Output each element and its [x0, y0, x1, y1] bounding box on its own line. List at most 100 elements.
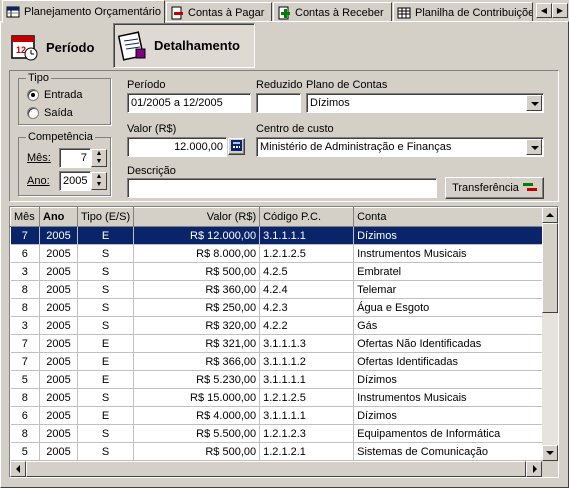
valor-cell[interactable]: R$ 360,00	[133, 280, 261, 299]
tipo-cell[interactable]: S	[77, 442, 135, 461]
conta-cell[interactable]: Dízimos	[353, 406, 544, 425]
valor-cell[interactable]: R$ 366,00	[133, 352, 261, 371]
codigo-cell[interactable]: 3.1.1.1.3	[259, 334, 355, 353]
table-row[interactable]: 7 2005 E R$ 321,00 3.1.1.1.3 Ofertas Não Iden…	[10, 334, 544, 353]
table-row[interactable]: 7 2005 E R$ 366,00 3.1.1.1.2 Ofertas Identifi…	[10, 352, 544, 371]
codigo-cell[interactable]: 1.2.1.2.3	[259, 424, 355, 443]
tab-planejamento-orcamentario[interactable]: Planejamento Orçamentário	[2, 0, 165, 23]
mes-cell[interactable]: 6	[10, 244, 40, 263]
ano-field[interactable]: 2005	[59, 171, 91, 191]
tipo-cell[interactable]: E	[77, 370, 135, 389]
valor-cell[interactable]: R$ 8.000,00	[133, 244, 261, 263]
tab-planilha-de-contribuicoes[interactable]: Planilha de Contribuições	[393, 2, 533, 22]
tipo-cell[interactable]: E	[77, 352, 135, 371]
table-row[interactable]: 6 2005 S R$ 8.000,00 1.2.1.2.5 Instrumentos M…	[10, 244, 544, 263]
valor-field[interactable]: 12.000,00	[127, 137, 227, 157]
ano-cell[interactable]: 2005	[39, 442, 78, 461]
conta-cell[interactable]: Ofertas Identificadas	[353, 352, 544, 371]
ano-cell[interactable]: 2005	[39, 244, 78, 263]
scroll-down-button[interactable]	[542, 445, 558, 461]
column-header-valor[interactable]: Valor (R$)	[133, 207, 261, 227]
table-row[interactable]: 7 2005 E R$ 12.000,00 3.1.1.1.1 Dízimos	[10, 226, 544, 245]
codigo-cell[interactable]: 3.1.1.1.1	[259, 226, 355, 245]
ano-cell[interactable]: 2005	[39, 316, 78, 335]
horizontal-scrollbar[interactable]	[10, 461, 542, 477]
tipo-cell[interactable]: S	[77, 280, 135, 299]
conta-cell[interactable]: Gás	[353, 316, 544, 335]
codigo-cell[interactable]: 3.1.1.1.1	[259, 406, 355, 425]
reduzido-field[interactable]	[256, 93, 301, 113]
mes-field[interactable]: 7	[59, 148, 91, 168]
scroll-right-button[interactable]	[526, 461, 542, 477]
valor-cell[interactable]: R$ 12.000,00	[133, 226, 261, 245]
mes-spin-button[interactable]: ▲ ▼	[91, 149, 107, 167]
table-row[interactable]: 8 2005 S R$ 360,00 4.2.4 Telemar	[10, 280, 544, 299]
horizontal-scroll-thumb[interactable]	[26, 461, 526, 477]
chevron-down-icon[interactable]	[526, 139, 542, 155]
valor-cell[interactable]: R$ 321,00	[133, 334, 261, 353]
transferencia-button[interactable]: Transferência	[445, 177, 544, 199]
table-row[interactable]: 8 2005 S R$ 5.500,00 1.2.1.2.3 Equipamentos d…	[10, 424, 544, 443]
mes-cell[interactable]: 3	[10, 316, 40, 335]
column-header-ano[interactable]: Ano	[39, 207, 78, 227]
column-header-codigo[interactable]: Código P.C.	[259, 207, 355, 227]
conta-cell[interactable]: Sistemas de Comunicação	[353, 442, 544, 461]
mes-cell[interactable]: 6	[10, 406, 40, 425]
ano-cell[interactable]: 2005	[39, 298, 78, 317]
valor-cell[interactable]: R$ 500,00	[133, 262, 261, 281]
ano-cell[interactable]: 2005	[39, 262, 78, 281]
ano-cell[interactable]: 2005	[39, 406, 78, 425]
scroll-left-button[interactable]	[10, 461, 26, 477]
table-row[interactable]: 3 2005 S R$ 500,00 4.2.5 Embratel	[10, 262, 544, 281]
tipo-cell[interactable]: E	[77, 226, 135, 245]
ano-cell[interactable]: 2005	[39, 424, 78, 443]
ano-cell[interactable]: 2005	[39, 370, 78, 389]
tipo-cell[interactable]: S	[77, 298, 135, 317]
codigo-cell[interactable]: 1.2.1.2.5	[259, 388, 355, 407]
mes-cell[interactable]: 7	[10, 334, 40, 353]
mes-cell[interactable]: 5	[10, 370, 40, 389]
mes-cell[interactable]: 3	[10, 262, 40, 281]
tipo-cell[interactable]: S	[77, 244, 135, 263]
codigo-cell[interactable]: 4.2.5	[259, 262, 355, 281]
tab-contas-a-pagar[interactable]: Contas à Pagar	[166, 2, 272, 22]
ano-cell[interactable]: 2005	[39, 280, 78, 299]
codigo-cell[interactable]: 4.2.2	[259, 316, 355, 335]
valor-cell[interactable]: R$ 5.230,00	[133, 370, 261, 389]
tipo-saida-radio[interactable]: Saída	[27, 107, 73, 119]
tab-scroll-left-button[interactable]: ◀	[536, 3, 552, 18]
valor-cell[interactable]: R$ 15.000,00	[133, 388, 261, 407]
vertical-scroll-thumb[interactable]	[542, 223, 558, 313]
conta-cell[interactable]: Dízimos	[353, 370, 544, 389]
mes-cell[interactable]: 8	[10, 280, 40, 299]
ano-spin-button[interactable]: ▲ ▼	[91, 172, 107, 190]
table-row[interactable]: 8 2005 S R$ 15.000,00 1.2.1.2.5 Instrumentos …	[10, 388, 544, 407]
table-row[interactable]: 8 2005 S R$ 250,00 4.2.3 Água e Esgoto	[10, 298, 544, 317]
codigo-cell[interactable]: 3.1.1.1.1	[259, 370, 355, 389]
ano-cell[interactable]: 2005	[39, 226, 78, 245]
conta-cell[interactable]: Instrumentos Musicais	[353, 388, 544, 407]
valor-cell[interactable]: R$ 250,00	[133, 298, 261, 317]
conta-cell[interactable]: Instrumentos Musicais	[353, 244, 544, 263]
chevron-down-icon[interactable]	[526, 95, 542, 111]
ano-cell[interactable]: 2005	[39, 388, 78, 407]
detalhamento-mode-button[interactable]: Detalhamento	[113, 23, 255, 68]
valor-cell[interactable]: R$ 5.500,00	[133, 424, 261, 443]
column-header-mes[interactable]: Mês	[10, 207, 40, 227]
conta-cell[interactable]: Dízimos	[353, 226, 544, 245]
codigo-cell[interactable]: 3.1.1.1.2	[259, 352, 355, 371]
tipo-cell[interactable]: S	[77, 316, 135, 335]
mes-cell[interactable]: 8	[10, 298, 40, 317]
tipo-cell[interactable]: E	[77, 334, 135, 353]
tipo-cell[interactable]: S	[77, 424, 135, 443]
conta-cell[interactable]: Água e Esgoto	[353, 298, 544, 317]
vertical-scrollbar[interactable]	[542, 207, 558, 461]
centro-custo-select[interactable]: Ministério de Administração e Finanças	[256, 137, 544, 157]
conta-cell[interactable]: Embratel	[353, 262, 544, 281]
valor-cell[interactable]: R$ 500,00	[133, 442, 261, 461]
periodo-mode-button[interactable]: 12 Período	[6, 26, 108, 68]
ano-cell[interactable]: 2005	[39, 334, 78, 353]
conta-cell[interactable]: Equipamentos de Informática	[353, 424, 544, 443]
codigo-cell[interactable]: 1.2.1.2.1	[259, 442, 355, 461]
mes-cell[interactable]: 7	[10, 226, 40, 245]
